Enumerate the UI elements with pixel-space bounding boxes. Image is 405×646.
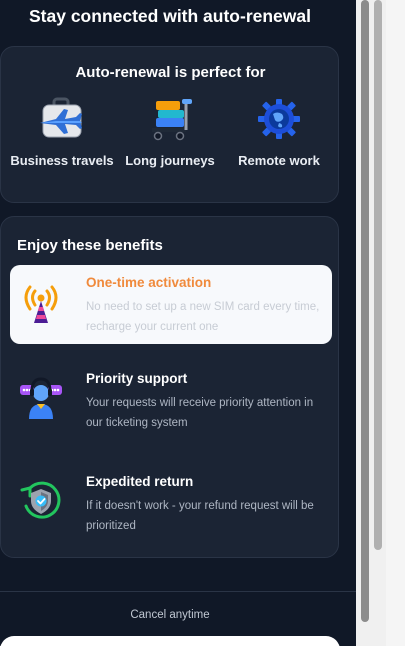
suitcase-plane-icon <box>38 97 86 141</box>
gear-globe-icon <box>255 97 303 141</box>
benefit-one-time-activation[interactable]: One-time activation No need to set up a … <box>10 265 332 344</box>
benefits-title: Enjoy these benefits <box>17 237 163 254</box>
use-case-remote-work: Remote work <box>224 97 334 171</box>
shield-check-icon <box>18 478 64 524</box>
use-cases-card: Auto-renewal is perfect for Business tra… <box>0 46 339 203</box>
use-case-long-journeys: Long journeys <box>115 97 225 171</box>
use-case-label: Long journeys <box>125 153 215 168</box>
benefit-description: If it doesn't work - your refund request… <box>86 500 314 532</box>
cancel-anytime-text: Cancel anytime <box>130 609 210 621</box>
benefit-title: One-time activation <box>86 275 212 290</box>
benefit-priority-support[interactable]: Priority support Your requests will rece… <box>10 361 332 441</box>
benefits-card: Enjoy these benefits One-time activation… <box>0 216 339 558</box>
benefit-expedited-return[interactable]: Expedited return If it doesn't work - yo… <box>10 464 332 544</box>
benefit-title: Expedited return <box>86 474 194 489</box>
window-edge <box>386 0 405 646</box>
benefit-description: Your requests will receive priority atte… <box>86 397 314 429</box>
page-title: Stay connected with auto-renewal <box>29 6 311 26</box>
use-cases-title: Auto-renewal is perfect for <box>75 64 266 81</box>
footer-divider <box>0 591 356 592</box>
use-case-label: Remote work <box>238 153 320 168</box>
use-case-label: Business travels <box>10 153 114 168</box>
use-case-business-travels: Business travels <box>7 97 117 171</box>
support-agent-icon <box>18 375 64 421</box>
benefit-description: No need to set up a new SIM card every t… <box>86 301 320 333</box>
primary-action-button[interactable] <box>0 636 340 646</box>
auto-renewal-panel: Stay connected with auto-renewal Auto-re… <box>0 0 356 646</box>
benefit-title: Priority support <box>86 371 188 386</box>
inner-scrollbar-thumb[interactable] <box>374 0 382 550</box>
signal-tower-icon <box>18 279 64 325</box>
luggage-cart-icon <box>146 97 194 141</box>
scrollbar-thumb[interactable] <box>361 0 369 622</box>
